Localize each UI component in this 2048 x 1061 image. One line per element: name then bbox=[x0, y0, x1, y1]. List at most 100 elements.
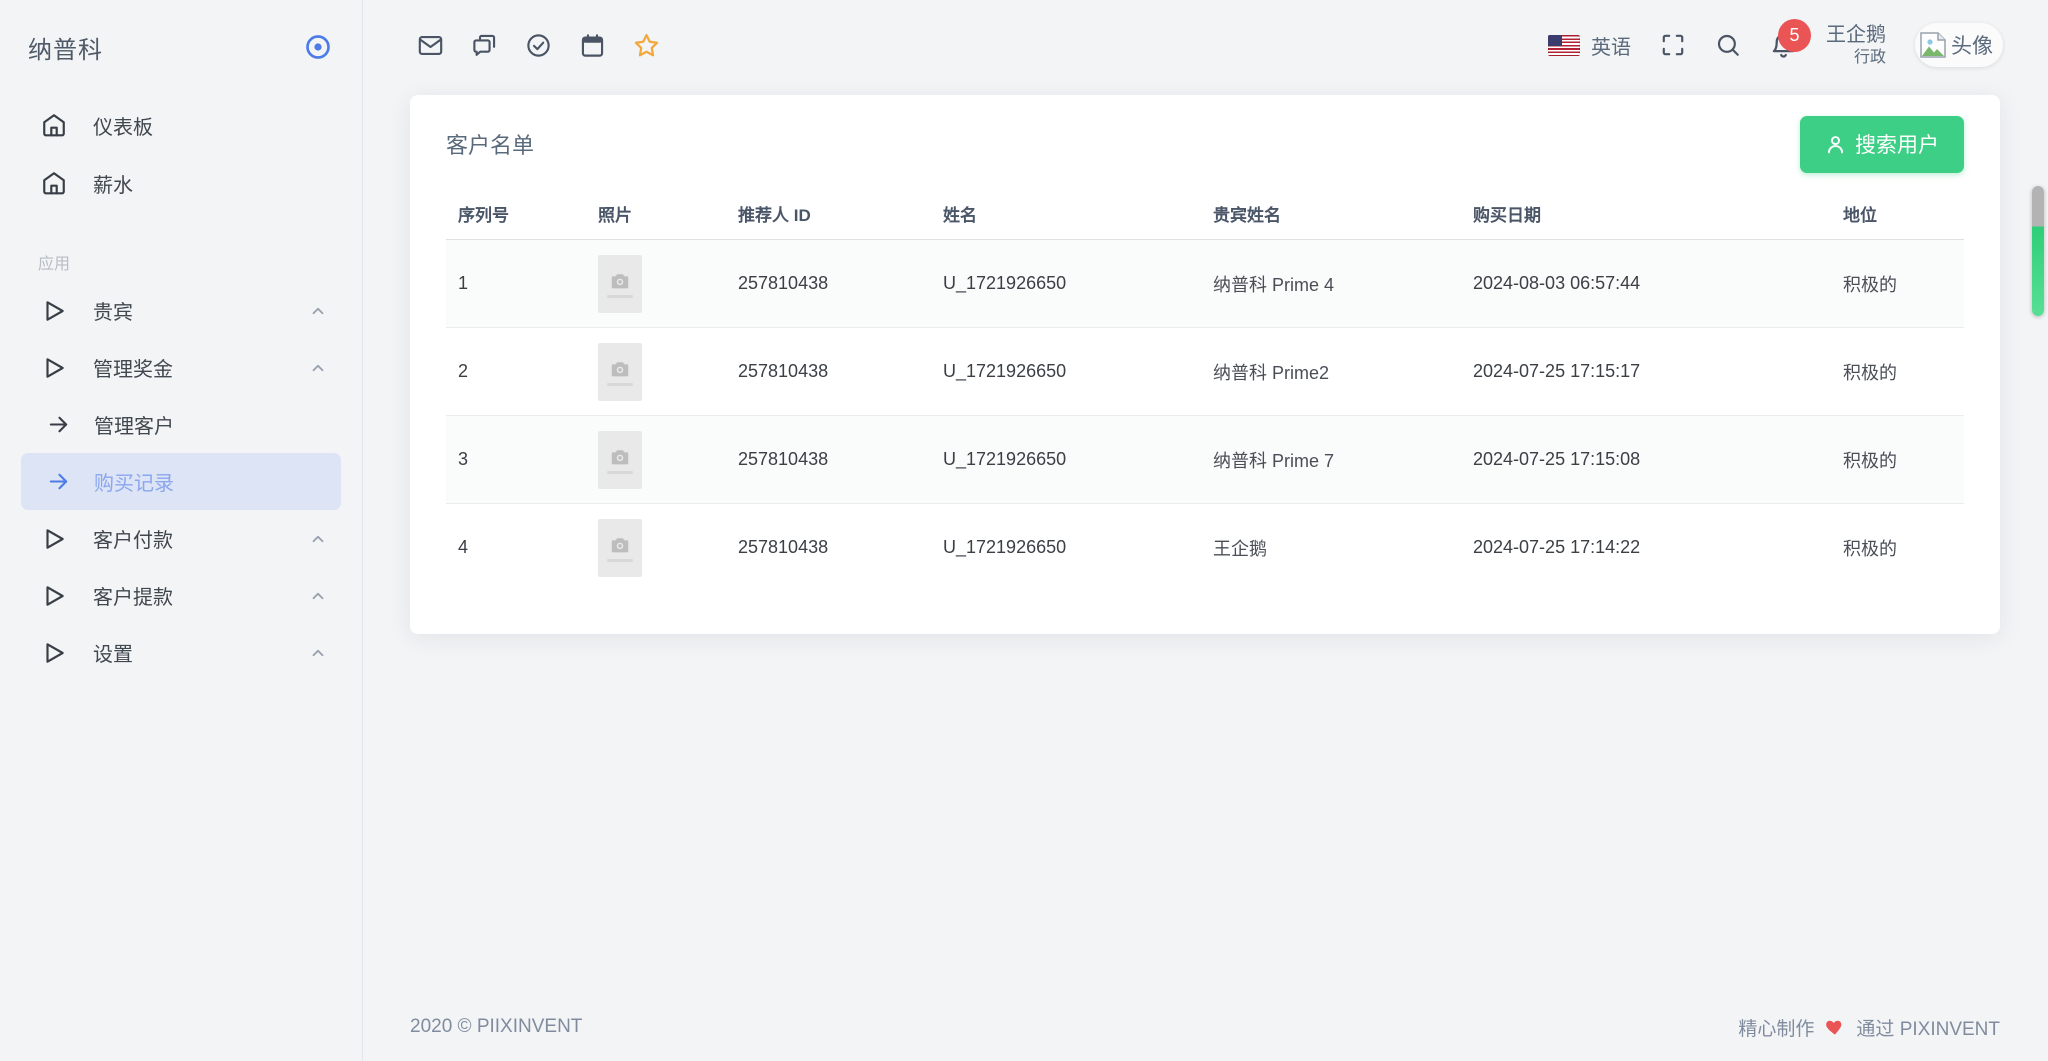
topbar-shortcuts bbox=[417, 32, 660, 59]
vip-name-cell: 王企鹅 bbox=[1201, 535, 1461, 561]
home-icon bbox=[41, 112, 67, 138]
status-cell: 积极的 bbox=[1831, 359, 1964, 385]
photo-cell bbox=[586, 431, 726, 489]
table-row[interactable]: 1 257810438 U_1721926650 纳普科 Prime 4 202… bbox=[446, 240, 1964, 328]
broken-image-icon bbox=[1917, 29, 1949, 61]
search-user-button-label: 搜索用户 bbox=[1855, 129, 1939, 159]
column-header-status: 地位 bbox=[1831, 201, 1964, 226]
sidebar-item-label: 薪水 bbox=[93, 169, 133, 198]
sidebar-nav: 仪表板 薪水 应用 贵宾 bbox=[0, 94, 362, 681]
mail-icon[interactable] bbox=[417, 32, 444, 59]
photo-cell bbox=[586, 519, 726, 577]
column-header-serial: 序列号 bbox=[446, 201, 586, 226]
footer-credit: 精心制作 通过 PIXINVENT bbox=[1738, 1014, 2000, 1041]
scrollbar-thumb[interactable] bbox=[2032, 186, 2044, 316]
column-header-referral-id: 推荐人 ID bbox=[726, 201, 931, 226]
purchase-date-cell: 2024-08-03 06:57:44 bbox=[1461, 273, 1831, 294]
main-area: 英语 5 王企鹅 行政 bbox=[363, 0, 2048, 1061]
table-row[interactable]: 3 257810438 U_1721926650 纳普科 Prime 7 202… bbox=[446, 416, 1964, 504]
brand-row: 纳普科 bbox=[0, 0, 362, 94]
us-flag-icon bbox=[1548, 35, 1580, 56]
table-row[interactable]: 2 257810438 U_1721926650 纳普科 Prime2 2024… bbox=[446, 328, 1964, 416]
sidebar-item-purchase-records[interactable]: 购买记录 bbox=[21, 453, 341, 510]
user-name: 王企鹅 bbox=[1826, 23, 1886, 48]
sidebar-item-label: 管理奖金 bbox=[93, 353, 173, 382]
sidebar-group-customer-withdrawals[interactable]: 客户提款 bbox=[21, 567, 341, 624]
user-menu[interactable]: 王企鹅 行政 bbox=[1826, 23, 1886, 68]
sidebar-item-label: 贵宾 bbox=[93, 296, 133, 325]
vip-name-cell: 纳普科 Prime2 bbox=[1201, 359, 1461, 385]
purchase-date-cell: 2024-07-25 17:15:17 bbox=[1461, 361, 1831, 382]
notification-badge: 5 bbox=[1778, 19, 1811, 52]
customer-list-card: 客户名单 搜索用户 序列号 照片 推荐人 ID 姓名 贵宾姓名 购买日期 地位 bbox=[410, 95, 2000, 634]
star-icon[interactable] bbox=[633, 32, 660, 59]
serial-cell: 2 bbox=[446, 361, 586, 382]
status-cell: 积极的 bbox=[1831, 535, 1964, 561]
referral-id-cell: 257810438 bbox=[726, 449, 931, 470]
placeholder-caption bbox=[607, 383, 633, 386]
chat-icon[interactable] bbox=[471, 32, 498, 59]
calendar-icon[interactable] bbox=[579, 32, 606, 59]
photo-placeholder bbox=[598, 519, 642, 577]
sidebar-item-label: 管理客户 bbox=[94, 410, 174, 439]
sidebar-group-vip[interactable]: 贵宾 bbox=[21, 282, 341, 339]
serial-cell: 1 bbox=[446, 273, 586, 294]
chevron-up-icon bbox=[309, 302, 327, 320]
user-role: 行政 bbox=[1826, 48, 1886, 68]
chevron-up-icon bbox=[309, 587, 327, 605]
language-selector[interactable]: 英语 bbox=[1548, 31, 1631, 60]
home-icon bbox=[41, 170, 67, 196]
sidebar-item-dashboard[interactable]: 仪表板 bbox=[21, 96, 341, 154]
vip-name-cell: 纳普科 Prime 7 bbox=[1201, 447, 1461, 473]
avatar-alt-text: 头像 bbox=[1951, 30, 1993, 60]
topbar-right: 英语 5 王企鹅 行政 bbox=[1548, 23, 2003, 68]
vip-name-cell: 纳普科 Prime 4 bbox=[1201, 271, 1461, 297]
sidebar-item-label: 设置 bbox=[93, 638, 133, 667]
play-icon bbox=[41, 526, 67, 552]
footer-copyright: 2020 © PIIXINVENT bbox=[410, 1016, 582, 1038]
footer: 2020 © PIIXINVENT 精心制作 通过 PIXINVENT bbox=[363, 1002, 2048, 1052]
page-title: 客户名单 bbox=[446, 128, 534, 160]
sidebar: 纳普科 仪表板 薪水 应用 bbox=[0, 0, 363, 1061]
sidebar-item-salary[interactable]: 薪水 bbox=[21, 154, 341, 212]
chevron-up-icon bbox=[309, 530, 327, 548]
photo-cell bbox=[586, 343, 726, 401]
play-icon bbox=[41, 583, 67, 609]
name-cell: U_1721926650 bbox=[931, 449, 1201, 470]
sidebar-item-label: 购买记录 bbox=[94, 467, 174, 496]
placeholder-caption bbox=[607, 295, 633, 298]
sidebar-item-manage-customers[interactable]: 管理客户 bbox=[21, 396, 341, 453]
sidebar-group-manage-bonus[interactable]: 管理奖金 bbox=[21, 339, 341, 396]
topbar: 英语 5 王企鹅 行政 bbox=[363, 0, 2048, 90]
table-row[interactable]: 4 257810438 U_1721926650 王企鹅 2024-07-25 … bbox=[446, 504, 1964, 591]
purchase-date-cell: 2024-07-25 17:14:22 bbox=[1461, 537, 1831, 558]
purchase-date-cell: 2024-07-25 17:15:08 bbox=[1461, 449, 1831, 470]
play-icon bbox=[41, 640, 67, 666]
sidebar-group-customer-payments[interactable]: 客户付款 bbox=[21, 510, 341, 567]
sidebar-section-label: 应用 bbox=[38, 250, 362, 274]
search-icon[interactable] bbox=[1715, 32, 1741, 58]
check-circle-icon[interactable] bbox=[525, 32, 552, 59]
serial-cell: 4 bbox=[446, 537, 586, 558]
status-cell: 积极的 bbox=[1831, 447, 1964, 473]
serial-cell: 3 bbox=[446, 449, 586, 470]
status-cell: 积极的 bbox=[1831, 271, 1964, 297]
avatar[interactable]: 头像 bbox=[1915, 23, 2003, 67]
sidebar-item-label: 仪表板 bbox=[93, 111, 153, 140]
sidebar-item-label: 客户付款 bbox=[93, 524, 173, 553]
language-label: 英语 bbox=[1591, 31, 1631, 60]
photo-placeholder bbox=[598, 255, 642, 313]
user-icon bbox=[1825, 134, 1846, 155]
footer-made-with: 精心制作 bbox=[1738, 1014, 1814, 1041]
table-body: 1 257810438 U_1721926650 纳普科 Prime 4 202… bbox=[446, 240, 1964, 591]
sidebar-toggle-disc-icon[interactable] bbox=[304, 33, 332, 61]
name-cell: U_1721926650 bbox=[931, 537, 1201, 558]
notification-bell[interactable]: 5 bbox=[1770, 32, 1797, 59]
search-user-button[interactable]: 搜索用户 bbox=[1800, 116, 1964, 173]
placeholder-caption bbox=[607, 559, 633, 562]
arrow-right-icon bbox=[47, 413, 70, 436]
sidebar-group-settings[interactable]: 设置 bbox=[21, 624, 341, 681]
card-header: 客户名单 搜索用户 bbox=[446, 95, 1964, 187]
sidebar-item-label: 客户提款 bbox=[93, 581, 173, 610]
fullscreen-icon[interactable] bbox=[1660, 32, 1686, 58]
